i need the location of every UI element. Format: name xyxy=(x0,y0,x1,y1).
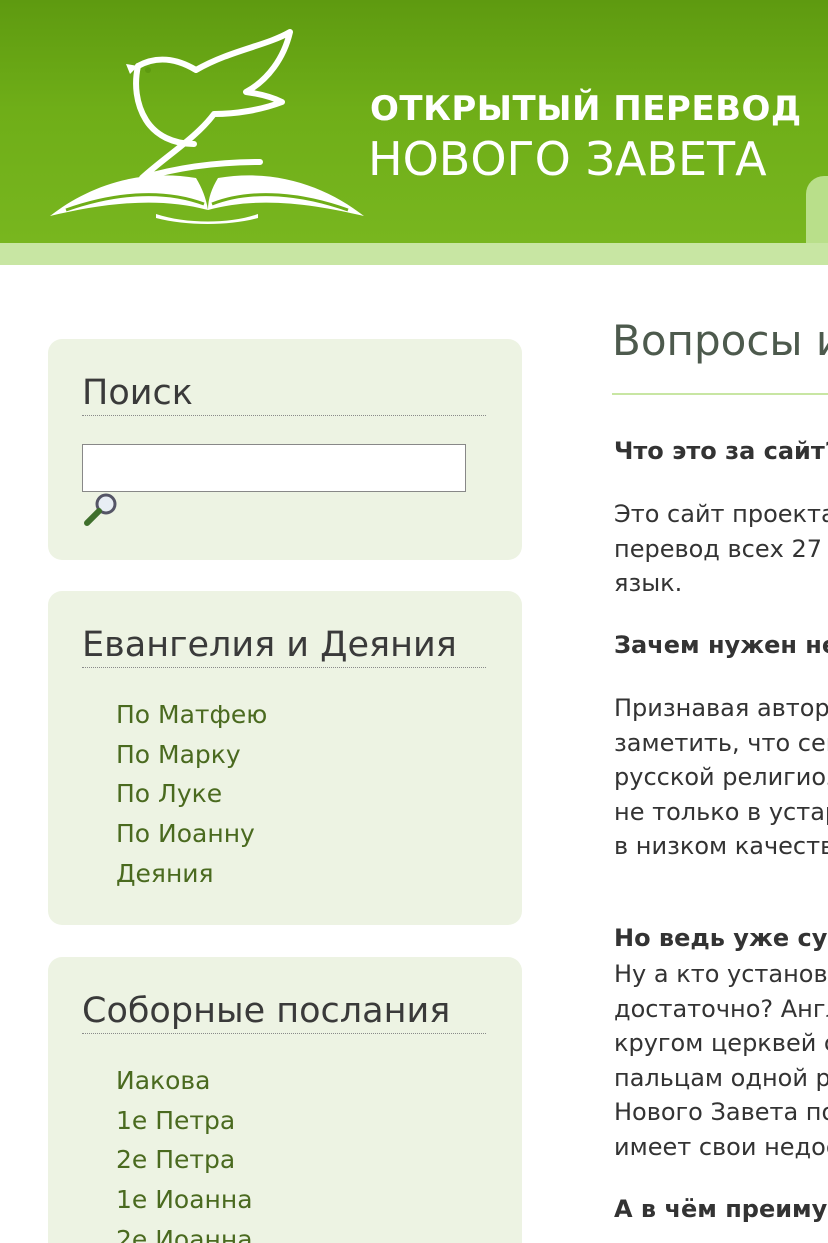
faq-answer-line: язык. xyxy=(614,569,683,597)
faq-answer-line: пальцам одной ру xyxy=(614,1064,828,1092)
nav-item-john[interactable]: По Иоанну xyxy=(116,814,267,854)
faq-answer-line: имеет свои недос xyxy=(614,1133,828,1161)
title-divider xyxy=(612,393,828,395)
faq-answer-line: Признавая автори xyxy=(614,694,828,722)
faq-question-2: Зачем нужен не xyxy=(614,631,828,659)
epistles-block: Соборные послания Иакова 1е Петра 2е Пет… xyxy=(48,957,522,1243)
epistles-list: Иакова 1е Петра 2е Петра 1е Иоанна 2е Ио… xyxy=(116,1061,253,1243)
nav-item-acts[interactable]: Деяния xyxy=(116,854,267,894)
faq-question-3: Но ведь уже су xyxy=(614,924,828,952)
faq-answer-line: кругом церквей с xyxy=(614,1029,828,1057)
main-content: Вопросы и Что это за сайт? Это сайт прое… xyxy=(612,0,828,1243)
gospels-list: По Матфею По Марку По Луке По Иоанну Дея… xyxy=(116,695,267,893)
faq-question-4: А в чём преиму xyxy=(614,1195,828,1223)
nav-item-1peter[interactable]: 1е Петра xyxy=(116,1101,253,1141)
faq-question-1: Что это за сайт? xyxy=(614,437,828,465)
nav-item-matthew[interactable]: По Матфею xyxy=(116,695,267,735)
epistles-title: Соборные послания xyxy=(82,991,486,1034)
faq-answer-line: русской религиоз xyxy=(614,763,828,791)
faq-answer-line: заметить, что сей xyxy=(614,729,828,757)
gospels-title: Евангелия и Деяния xyxy=(82,625,486,668)
nav-item-2peter[interactable]: 2е Петра xyxy=(116,1140,253,1180)
dove-book-logo-icon[interactable] xyxy=(46,28,368,224)
magnifier-icon[interactable] xyxy=(82,491,120,527)
nav-item-1john[interactable]: 1е Иоанна xyxy=(116,1180,253,1220)
gospels-block: Евангелия и Деяния По Матфею По Марку По… xyxy=(48,591,522,925)
nav-item-luke[interactable]: По Луке xyxy=(116,774,267,814)
search-input[interactable] xyxy=(82,444,466,492)
faq-answer-line: Это сайт проекта xyxy=(614,500,828,528)
search-title: Поиск xyxy=(82,373,486,416)
faq-answer-line: не только в устар xyxy=(614,798,828,826)
faq-answer-line: Ну а кто установи xyxy=(614,960,828,988)
search-block: Поиск xyxy=(48,339,522,560)
nav-item-mark[interactable]: По Марку xyxy=(116,735,267,775)
page-title: Вопросы и xyxy=(612,316,828,365)
nav-item-james[interactable]: Иакова xyxy=(116,1061,253,1101)
nav-item-2john[interactable]: 2е Иоанна xyxy=(116,1220,253,1243)
faq-answer-line: Нового Завета по xyxy=(614,1098,828,1126)
faq-answer-line: достаточно? Англ xyxy=(614,995,828,1023)
faq-answer-line: перевод всех 27 к xyxy=(614,535,828,563)
faq-answer-line: в низком качеств xyxy=(614,832,828,860)
